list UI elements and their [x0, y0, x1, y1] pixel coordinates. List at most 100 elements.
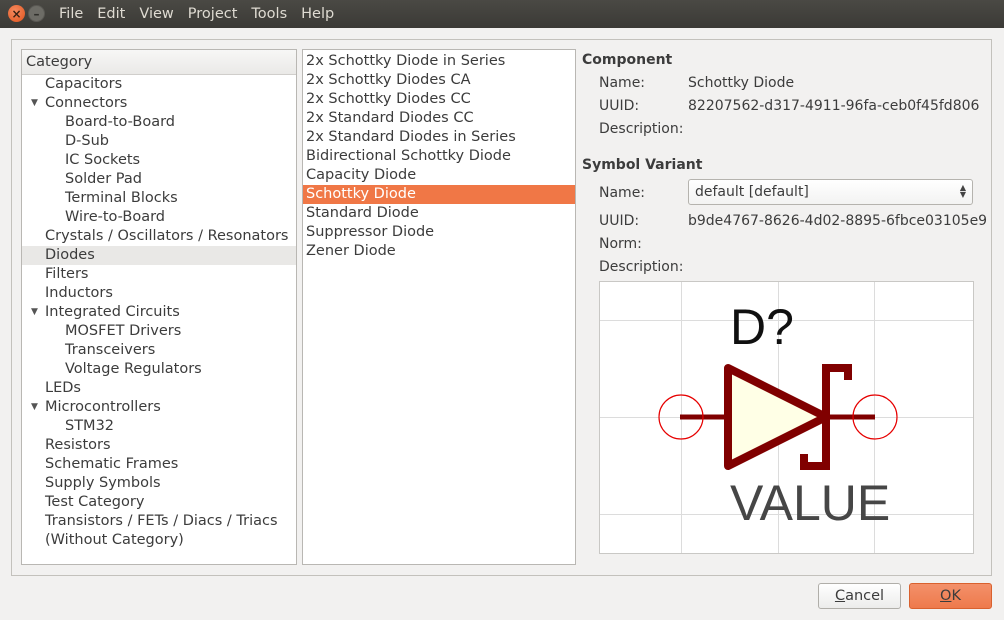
category-item-label: Inductors — [45, 285, 113, 301]
component-item[interactable]: 2x Standard Diodes CC — [303, 109, 575, 128]
variant-uuid-label: UUID: — [599, 213, 640, 229]
category-item[interactable]: D-Sub — [22, 132, 296, 151]
menu-view[interactable]: View — [132, 6, 180, 22]
category-item[interactable]: LEDs — [22, 379, 296, 398]
minimize-window-icon[interactable]: – — [28, 5, 45, 22]
cancel-label-post: ancel — [845, 588, 885, 604]
category-item[interactable]: Resistors — [22, 436, 296, 455]
menu-project[interactable]: Project — [181, 6, 245, 22]
ok-button[interactable]: OK — [909, 583, 992, 609]
category-header[interactable]: Category — [22, 50, 296, 75]
component-section-title: Component — [582, 52, 673, 68]
category-item[interactable]: Crystals / Oscillators / Resonators — [22, 227, 296, 246]
category-item[interactable]: (Without Category) — [22, 531, 296, 550]
component-name-value: Schottky Diode — [688, 75, 795, 91]
component-item[interactable]: Bidirectional Schottky Diode — [303, 147, 575, 166]
category-item[interactable]: ▼ Integrated Circuits — [22, 303, 296, 322]
component-item[interactable]: Standard Diode — [303, 204, 575, 223]
category-item-label: Diodes — [45, 247, 95, 263]
symbol-variant-select[interactable]: default [default] ▲ ▼ — [688, 179, 973, 205]
component-item[interactable]: 2x Standard Diodes in Series — [303, 128, 575, 147]
category-item-label: D-Sub — [65, 133, 109, 149]
category-item-label: Supply Symbols — [45, 475, 161, 491]
category-item-label: Capacitors — [45, 76, 123, 92]
cancel-button[interactable]: Cancel — [818, 583, 901, 609]
component-item[interactable]: Suppressor Diode — [303, 223, 575, 242]
category-item[interactable]: Capacitors — [22, 75, 296, 94]
category-item-label: Terminal Blocks — [65, 190, 178, 206]
component-item[interactable]: 2x Schottky Diodes CC — [303, 90, 575, 109]
category-item-label: Resistors — [45, 437, 111, 453]
expand-arrow-icon[interactable]: ▼ — [31, 303, 38, 322]
details-panel: Component Name: Schottky Diode UUID: 822… — [582, 49, 992, 565]
component-item[interactable]: 2x Schottky Diode in Series — [303, 52, 575, 71]
category-item-label: Board-to-Board — [65, 114, 176, 130]
category-item[interactable]: Supply Symbols — [22, 474, 296, 493]
symbol-name-text: D? — [730, 299, 794, 355]
expand-arrow-icon[interactable]: ▼ — [31, 398, 38, 417]
category-item[interactable]: ▼ Microcontrollers — [22, 398, 296, 417]
category-item[interactable]: Transistors / FETs / Diacs / Triacs — [22, 512, 296, 531]
close-window-icon[interactable]: × — [8, 5, 25, 22]
category-item[interactable]: Solder Pad — [22, 170, 296, 189]
category-item-label: Schematic Frames — [45, 456, 179, 472]
diode-triangle-body — [724, 364, 830, 470]
category-item-label: Transistors / FETs / Diacs / Triacs — [45, 513, 278, 529]
category-item-label: LEDs — [45, 380, 81, 396]
component-uuid-value: 82207562-d317-4911-96fa-ceb0f45fd806 — [688, 98, 980, 114]
category-item-label: Crystals / Oscillators / Resonators — [45, 228, 289, 244]
title-bar: × – File Edit View Project Tools Help — [0, 0, 1004, 28]
category-item[interactable]: Schematic Frames — [22, 455, 296, 474]
component-name-label: Name: — [599, 75, 646, 91]
menu-help[interactable]: Help — [294, 6, 341, 22]
category-item[interactable]: Voltage Regulators — [22, 360, 296, 379]
category-item-label: Connectors — [45, 95, 128, 111]
category-item[interactable]: Diodes — [22, 246, 296, 265]
cancel-mnemonic: C — [834, 588, 846, 604]
ok-label-post: K — [951, 588, 961, 604]
category-item[interactable]: Inductors — [22, 284, 296, 303]
component-item[interactable]: Zener Diode — [303, 242, 575, 261]
expand-arrow-icon[interactable]: ▼ — [31, 94, 38, 113]
category-item[interactable]: IC Sockets — [22, 151, 296, 170]
category-item-label: (Without Category) — [45, 532, 184, 548]
category-item[interactable]: Board-to-Board — [22, 113, 296, 132]
category-item-label: MOSFET Drivers — [65, 323, 182, 339]
component-item[interactable]: Capacity Diode — [303, 166, 575, 185]
menu-file[interactable]: File — [52, 6, 90, 22]
category-item[interactable]: Transceivers — [22, 341, 296, 360]
symbol-variant-selected: default [default] — [695, 184, 809, 200]
category-item-label: Transceivers — [65, 342, 156, 358]
component-list[interactable]: 2x Schottky Diode in Series 2x Schottky D… — [302, 49, 576, 565]
menu-bar: File Edit View Project Tools Help — [52, 0, 341, 28]
menu-tools[interactable]: Tools — [244, 6, 294, 22]
variant-uuid-value: b9de4767-8626-4d02-8895-6fbce03105e9 — [688, 213, 988, 229]
category-item-label: Filters — [45, 266, 89, 282]
component-item[interactable]: Schottky Diode — [303, 185, 575, 204]
symbol-preview[interactable]: D? VALUE — [599, 281, 974, 554]
category-item-label: Integrated Circuits — [45, 304, 180, 320]
component-description-label: Description: — [599, 121, 684, 137]
category-item[interactable]: MOSFET Drivers — [22, 322, 296, 341]
menu-edit[interactable]: Edit — [90, 6, 132, 22]
component-item[interactable]: 2x Schottky Diodes CA — [303, 71, 575, 90]
variant-norm-label: Norm: — [599, 236, 642, 252]
variant-name-label: Name: — [599, 185, 646, 201]
category-item[interactable]: ▼ Connectors — [22, 94, 296, 113]
category-item[interactable]: STM32 — [22, 417, 296, 436]
category-tree[interactable]: Category Capacitors ▼ Connectors Board-to-B… — [21, 49, 297, 565]
variant-description-label: Description: — [599, 259, 684, 275]
schottky-diode-symbol: D? VALUE — [600, 282, 973, 553]
category-item-label: Wire-to-Board — [65, 209, 165, 225]
category-list: Capacitors ▼ Connectors Board-to-Board D-Sub… — [22, 75, 296, 550]
category-item[interactable]: Wire-to-Board — [22, 208, 296, 227]
category-item-label: IC Sockets — [65, 152, 141, 168]
category-item-label: STM32 — [65, 418, 115, 434]
category-item[interactable]: Filters — [22, 265, 296, 284]
category-item[interactable]: Terminal Blocks — [22, 189, 296, 208]
category-item[interactable]: Test Category — [22, 493, 296, 512]
ok-mnemonic: O — [940, 588, 952, 604]
symbol-variant-section-title: Symbol Variant — [582, 157, 703, 173]
category-item-label: Microcontrollers — [45, 399, 161, 415]
category-item-label: Solder Pad — [65, 171, 142, 187]
